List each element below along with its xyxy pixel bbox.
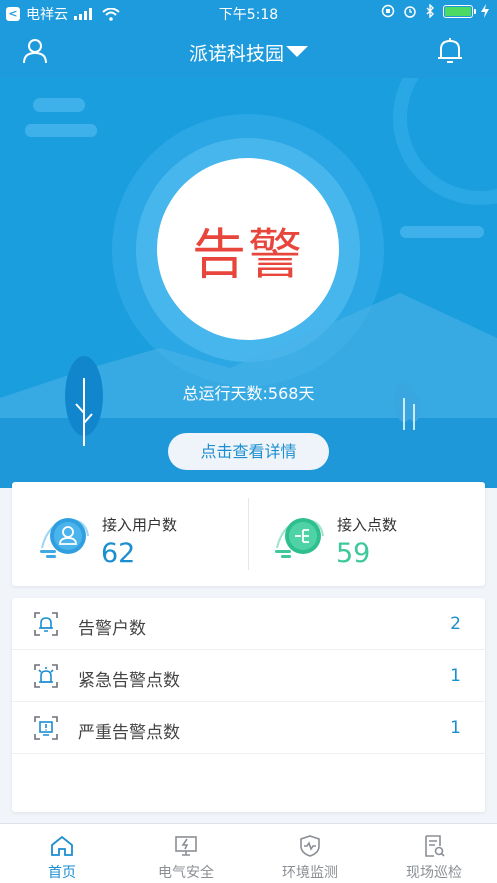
siren-icon (34, 664, 58, 688)
bottom-tab-bar: 首页 电气安全 环境监测 现场巡检 (0, 823, 497, 883)
chevron-down-icon (286, 46, 308, 57)
list-item-severe-alarm-points[interactable]: 严重告警点数 1 (12, 702, 485, 754)
tab-environment-monitoring[interactable]: 环境监测 (248, 824, 372, 883)
inspection-icon (425, 835, 445, 857)
battery-icon (443, 4, 476, 18)
tab-label: 现场巡检 (406, 865, 462, 881)
alarm-summary-list: 告警户数 2 紧急告警点数 1 严重告警点数 1 (12, 598, 485, 812)
bluetooth-icon (426, 4, 434, 18)
stat-label: 接入用户数 (102, 516, 178, 534)
alarm-bell-icon (34, 612, 58, 636)
alarm-count: 1 (450, 666, 461, 686)
alarm-label: 告警户数 (78, 619, 146, 639)
tab-label: 首页 (48, 865, 76, 881)
electrical-safety-icon (175, 836, 197, 856)
orientation-lock-icon (381, 4, 395, 18)
alarm-count: 2 (450, 614, 461, 634)
status-bar-right (381, 4, 489, 18)
stat-label: 接入点数 (337, 516, 398, 534)
stat-value: 59 (336, 538, 371, 569)
access-stats-card: 接入用户数 62 接入点数 59 (12, 482, 485, 586)
alarm-status-text: 告警 (192, 222, 304, 286)
alarm-clock-icon (404, 6, 416, 18)
status-bar: < 电祥云 下午5:18 (0, 0, 497, 26)
hero-panel: 告警 总运行天数:568天 点击查看详情 (0, 78, 497, 488)
list-item-alarm-households[interactable]: 告警户数 2 (12, 598, 485, 650)
alarm-status-circle[interactable]: 告警 (157, 158, 339, 340)
site-name: 派诺科技园 (188, 43, 284, 65)
list-item-urgent-alarm-points[interactable]: 紧急告警点数 1 (12, 650, 485, 702)
tab-home[interactable]: 首页 (0, 824, 124, 883)
alarm-label: 严重告警点数 (78, 723, 180, 743)
stat-value: 62 (101, 538, 136, 569)
users-icon (40, 518, 89, 558)
warning-screen-icon (34, 716, 58, 740)
tab-site-inspection[interactable]: 现场巡检 (372, 824, 496, 883)
tab-electrical-safety[interactable]: 电气安全 (124, 824, 248, 883)
stat-connected-users[interactable]: 接入用户数 62 (12, 482, 248, 586)
tab-label: 环境监测 (282, 865, 338, 881)
notification-bell-icon[interactable] (435, 36, 465, 66)
tab-label: 电气安全 (158, 865, 214, 881)
home-icon (51, 835, 73, 856)
view-details-button[interactable]: 点击查看详情 (168, 433, 329, 470)
total-run-days: 总运行天数:568天 (182, 384, 315, 403)
charging-icon (481, 4, 489, 18)
shield-monitor-icon (300, 835, 320, 857)
access-point-icon (275, 518, 324, 558)
top-nav-bar: 派诺科技园 (0, 26, 497, 78)
site-selector[interactable]: 派诺科技园 (0, 39, 497, 66)
alarm-count: 1 (450, 718, 461, 738)
stat-access-points[interactable]: 接入点数 59 (249, 482, 485, 586)
alarm-label: 紧急告警点数 (78, 671, 180, 691)
